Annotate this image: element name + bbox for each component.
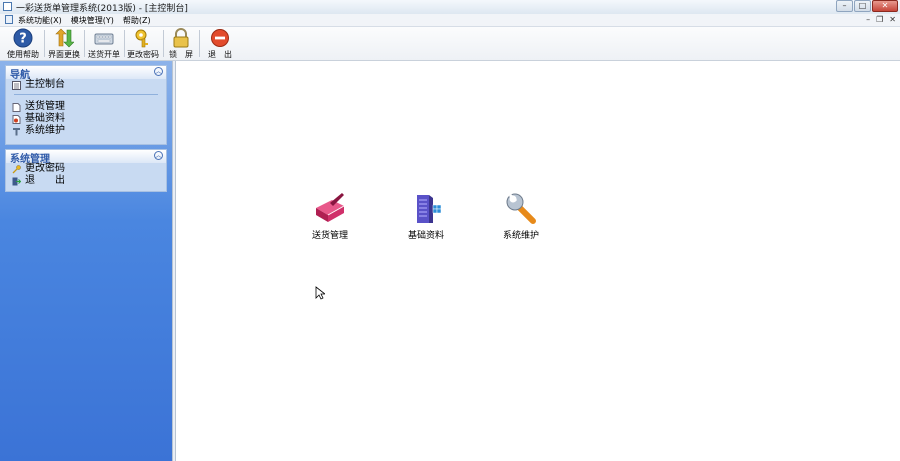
sidebar: 导航 ︿ 主控制台 送货管理 基础资料 系统维护 系统管理 ︿ 更改密码 退 出 bbox=[0, 61, 172, 461]
mdi-minimize-icon[interactable]: – bbox=[866, 15, 870, 24]
sidebar-item-basic-data[interactable]: 基础资料 bbox=[6, 113, 166, 125]
desktop-icon-label: 送货管理 bbox=[311, 231, 348, 241]
sidebar-item-change-password[interactable]: 更改密码 bbox=[6, 163, 166, 175]
exit-icon bbox=[210, 28, 230, 48]
system-panel-header[interactable]: 系统管理 ︿ bbox=[6, 150, 166, 165]
mdi-controls: – ❐ ✕ bbox=[866, 15, 896, 24]
nav-panel: 导航 ︿ 主控制台 送货管理 基础资料 系统维护 bbox=[5, 65, 167, 145]
desktop-icon-label: 基础资料 bbox=[407, 231, 444, 241]
padlock-icon bbox=[171, 28, 191, 48]
swap-arrows-icon bbox=[54, 28, 75, 48]
sidebar-item-delivery[interactable]: 送货管理 bbox=[6, 101, 166, 113]
mdi-close-icon[interactable]: ✕ bbox=[889, 15, 896, 24]
key-icon bbox=[12, 165, 21, 174]
sidebar-item-label: 主控制台 bbox=[25, 79, 65, 90]
window-controls: – □ ✕ bbox=[836, 0, 898, 13]
svg-text:?: ? bbox=[19, 32, 27, 47]
title-bar: 一彩送货单管理系统(2013版) - [主控制台] – □ ✕ bbox=[0, 0, 900, 15]
menu-system-functions[interactable]: 系统功能(X) bbox=[18, 15, 62, 26]
menu-bar: 系统功能(X) 模块管理(Y) 帮助(Z) – ❐ ✕ bbox=[0, 14, 900, 27]
key-icon bbox=[133, 28, 153, 48]
exit-icon bbox=[12, 177, 21, 186]
system-panel: 系统管理 ︿ 更改密码 退 出 bbox=[5, 149, 167, 192]
new-delivery-button[interactable]: 送货开单 bbox=[86, 28, 122, 59]
sidebar-item-console[interactable]: 主控制台 bbox=[6, 79, 166, 91]
change-password-button[interactable]: 更改密码 bbox=[125, 28, 161, 59]
wrench-icon bbox=[13, 128, 20, 136]
sidebar-item-label: 退 出 bbox=[25, 175, 65, 186]
minimize-icon[interactable]: – bbox=[836, 0, 853, 12]
server-data-icon bbox=[409, 192, 443, 226]
mdi-restore-icon[interactable]: ❐ bbox=[876, 15, 883, 24]
exit-button[interactable]: 退 出 bbox=[202, 28, 238, 59]
sidebar-item-system-maintenance[interactable]: 系统维护 bbox=[6, 125, 166, 137]
help-icon: ? bbox=[13, 28, 33, 48]
collapse-chevron-icon[interactable]: ︿ bbox=[154, 151, 163, 160]
maximize-icon[interactable]: □ bbox=[854, 0, 871, 12]
sidebar-item-label: 更改密码 bbox=[25, 163, 65, 174]
desktop-icon-delivery[interactable]: 送货管理 bbox=[300, 192, 360, 241]
sidebar-item-exit[interactable]: 退 出 bbox=[6, 175, 166, 187]
sidebar-splitter[interactable] bbox=[172, 61, 176, 461]
nav-panel-header[interactable]: 导航 ︿ bbox=[6, 66, 166, 81]
window-title: 一彩送货单管理系统(2013版) - [主控制台] bbox=[16, 4, 188, 14]
document-icon bbox=[12, 103, 21, 112]
data-icon bbox=[12, 115, 21, 124]
lock-screen-button[interactable]: 锁 屏 bbox=[165, 28, 197, 59]
sidebar-item-label: 系统维护 bbox=[25, 125, 65, 136]
divider bbox=[14, 94, 158, 95]
toolbar: ? 使用帮助 界面更换 送货开单 更改密码 锁 屏 退 出 bbox=[0, 27, 900, 61]
desktop-icon-system-maintenance[interactable]: 系统维护 bbox=[491, 192, 551, 241]
sidebar-item-label: 送货管理 bbox=[25, 101, 65, 112]
console-icon bbox=[12, 81, 21, 90]
wrench-icon bbox=[504, 192, 538, 226]
desktop-icon-label: 系统维护 bbox=[502, 231, 539, 241]
menu-module-management[interactable]: 模块管理(Y) bbox=[71, 15, 114, 26]
delivery-book-icon bbox=[313, 192, 347, 226]
desktop-icon-basic-data[interactable]: 基础资料 bbox=[396, 192, 456, 241]
collapse-chevron-icon[interactable]: ︿ bbox=[154, 67, 163, 76]
menu-help[interactable]: 帮助(Z) bbox=[123, 15, 151, 26]
close-icon[interactable]: ✕ bbox=[872, 0, 898, 12]
app-icon bbox=[3, 2, 12, 11]
document-icon bbox=[5, 15, 13, 24]
change-skin-button[interactable]: 界面更换 bbox=[46, 28, 82, 59]
mouse-cursor-icon bbox=[315, 286, 325, 300]
keyboard-icon bbox=[94, 28, 114, 48]
sidebar-item-label: 基础资料 bbox=[25, 113, 65, 124]
help-button[interactable]: ? 使用帮助 bbox=[4, 28, 42, 59]
